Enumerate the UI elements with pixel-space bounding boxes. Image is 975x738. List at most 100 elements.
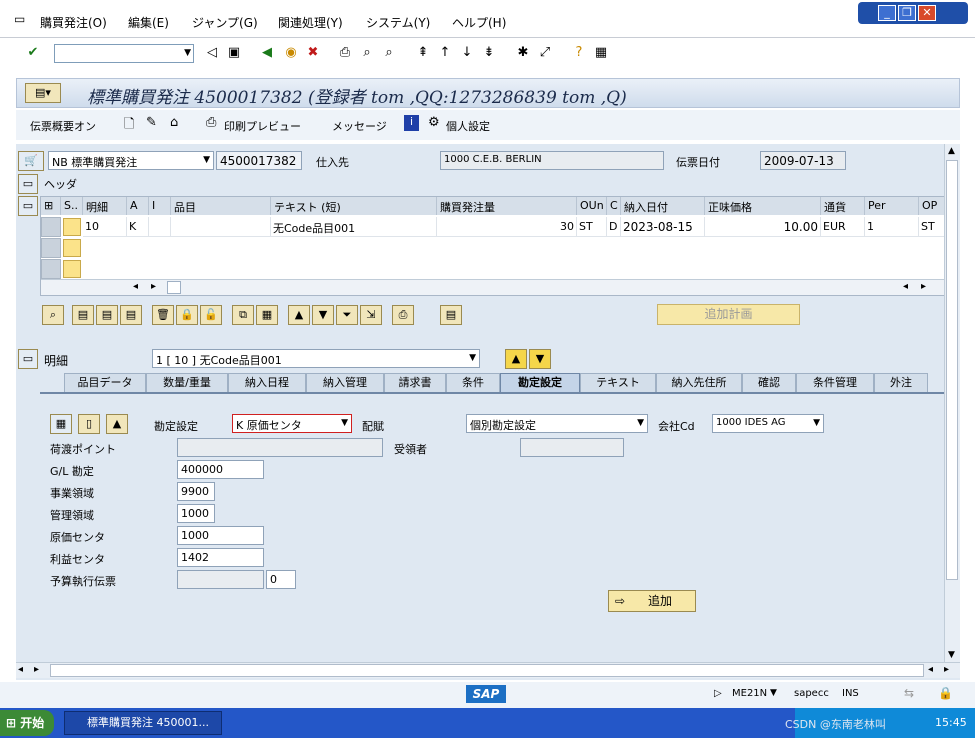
- close-button[interactable]: ✕: [918, 5, 936, 21]
- cell-currency[interactable]: EUR: [821, 217, 865, 237]
- budget-item-field[interactable]: 0: [266, 570, 296, 589]
- tab-conditions[interactable]: 条件: [446, 373, 500, 392]
- scroll-right-icon[interactable]: ▸: [151, 281, 156, 292]
- minimize-button[interactable]: _: [878, 5, 896, 21]
- add-button[interactable]: ⇨ 追加: [608, 590, 696, 612]
- acct-assign-select[interactable]: K 原価センタ ▼: [232, 414, 352, 433]
- scroll-thumb[interactable]: [167, 281, 181, 294]
- find-next-icon[interactable]: ⌕: [380, 44, 398, 62]
- next-item-button[interactable]: ▼: [529, 349, 551, 369]
- recipient-field[interactable]: [520, 438, 624, 457]
- scroll-left-icon[interactable]: ◂: [928, 664, 933, 675]
- new-document-icon[interactable]: 🗋: [124, 115, 134, 137]
- shortcut-icon[interactable]: ⤢: [536, 44, 554, 62]
- distribution-select[interactable]: 個別勘定設定 ▼: [466, 414, 648, 433]
- print-icon[interactable]: ⎙: [336, 44, 354, 62]
- filter-icon[interactable]: ⏷: [336, 305, 358, 325]
- back-arrow-icon[interactable]: ◁: [203, 44, 221, 62]
- prev-page-icon[interactable]: ↑: [436, 44, 454, 62]
- tab-delivery[interactable]: 納入管理: [306, 373, 384, 392]
- services-for-object-icon[interactable]: ▤▾: [25, 83, 61, 103]
- taskbar-item[interactable]: 標準購買発注 450001...: [64, 711, 222, 735]
- last-page-icon[interactable]: ⇟: [480, 44, 498, 62]
- cell-delivery-date[interactable]: 2023-08-15: [621, 217, 705, 237]
- help-icon[interactable]: ?: [570, 44, 588, 62]
- scroll-left-icon[interactable]: ◂: [903, 281, 908, 292]
- planned-items-button[interactable]: 追加計画: [657, 304, 800, 325]
- system-menu-icon[interactable]: ▭: [14, 12, 25, 26]
- tab-account-assignment[interactable]: 勘定設定: [500, 373, 580, 392]
- item-select[interactable]: 1 [ 10 ] 无Code品目001 ▼: [152, 349, 480, 368]
- prev-item-button[interactable]: ▲: [505, 349, 527, 369]
- tab-material-data[interactable]: 品目データ: [64, 373, 146, 392]
- filter-options-icon[interactable]: ⇲: [360, 305, 382, 325]
- cell-order-unit[interactable]: ST: [577, 217, 607, 237]
- cell-short-text[interactable]: 无Code品目001: [271, 217, 437, 237]
- cell-acct-cat[interactable]: K: [127, 217, 149, 237]
- menu-purchase-order[interactable]: 購買発注(O): [40, 14, 107, 31]
- select-all-icon[interactable]: ▤: [72, 305, 94, 325]
- single-icon[interactable]: ▯: [78, 414, 100, 434]
- col-item[interactable]: 明細: [83, 197, 127, 215]
- enter-icon[interactable]: ✔: [24, 44, 42, 62]
- tab-quantities-weights[interactable]: 数量/重量: [146, 373, 228, 392]
- unlock-icon[interactable]: 🔓: [200, 305, 222, 325]
- company-code-select[interactable]: 1000 IDES AG ▼: [712, 414, 824, 433]
- paste-icon[interactable]: ▦: [256, 305, 278, 325]
- layout-menu-icon[interactable]: ▦: [592, 44, 610, 62]
- budget-doc-field[interactable]: [177, 570, 264, 589]
- business-area-field[interactable]: 9900: [177, 482, 215, 501]
- tab-invoice[interactable]: 請求書: [384, 373, 446, 392]
- tab-delivery-address[interactable]: 納入先住所: [656, 373, 742, 392]
- create-session-icon[interactable]: ✱: [514, 44, 532, 62]
- scroll-right-icon[interactable]: ▸: [944, 664, 949, 675]
- grid-icon[interactable]: ▦: [50, 414, 72, 434]
- horizontal-scrollbar[interactable]: ◂ ▸ ◂ ▸: [16, 662, 960, 678]
- menu-environment[interactable]: 関連処理(Y): [278, 14, 343, 31]
- cell-material[interactable]: [171, 217, 271, 237]
- tab-subcontracting[interactable]: 外注: [874, 373, 928, 392]
- multiple-icon[interactable]: ▲: [106, 414, 128, 434]
- status-toggle-icon[interactable]: ▷: [714, 688, 722, 699]
- find-icon[interactable]: ⌕: [358, 44, 376, 62]
- personal-settings-button[interactable]: 個人設定: [446, 118, 490, 134]
- col-item-cat[interactable]: I: [149, 197, 171, 215]
- row-selector[interactable]: [41, 259, 61, 279]
- edit-icon[interactable]: ✎: [146, 115, 157, 130]
- col-acct-cat[interactable]: A: [127, 197, 149, 215]
- menu-system[interactable]: システム(Y): [366, 14, 430, 31]
- scroll-down-icon[interactable]: ▼: [948, 650, 955, 660]
- tab-delivery-schedule[interactable]: 納入日程: [228, 373, 306, 392]
- scroll-thumb[interactable]: [946, 160, 958, 580]
- cell-item[interactable]: 10: [83, 217, 127, 237]
- tab-condition-control[interactable]: 条件管理: [796, 373, 874, 392]
- col-material[interactable]: 品目: [171, 197, 271, 215]
- row-selector[interactable]: [41, 217, 61, 237]
- scroll-left-icon[interactable]: ◂: [133, 281, 138, 292]
- cell-op[interactable]: ST: [919, 217, 947, 237]
- col-op[interactable]: OP: [919, 197, 947, 215]
- vertical-scrollbar[interactable]: ▲ ▼: [944, 144, 960, 664]
- next-page-icon[interactable]: ↓: [458, 44, 476, 62]
- start-button[interactable]: ⊞ 开始: [0, 710, 54, 736]
- sort-desc-icon[interactable]: ▼: [312, 305, 334, 325]
- co-area-field[interactable]: 1000: [177, 504, 215, 523]
- command-field[interactable]: ▼: [54, 44, 194, 63]
- messages-button[interactable]: メッセージ: [332, 118, 387, 134]
- cell-date-cat[interactable]: D: [607, 217, 621, 237]
- info-icon[interactable]: i: [404, 115, 419, 131]
- cart-icon[interactable]: 🛒: [18, 151, 44, 171]
- hold-icon[interactable]: ⌂: [170, 115, 178, 130]
- menu-goto[interactable]: ジャンプ(G): [192, 14, 258, 31]
- lock-icon[interactable]: 🔒: [176, 305, 198, 325]
- tab-texts[interactable]: テキスト: [580, 373, 656, 392]
- cost-center-field[interactable]: 1000: [177, 526, 264, 545]
- col-short-text[interactable]: テキスト (短): [271, 197, 437, 215]
- gl-account-field[interactable]: 400000: [177, 460, 264, 479]
- scroll-right-icon[interactable]: ▸: [921, 281, 926, 292]
- table-hscroll[interactable]: ◂ ▸ ◂ ▸: [41, 279, 947, 295]
- attachments-icon[interactable]: ⎙: [392, 305, 414, 325]
- first-page-icon[interactable]: ⇞: [414, 44, 432, 62]
- header-expand-icon[interactable]: ▭: [18, 174, 38, 194]
- po-number-field[interactable]: 4500017382: [216, 151, 302, 170]
